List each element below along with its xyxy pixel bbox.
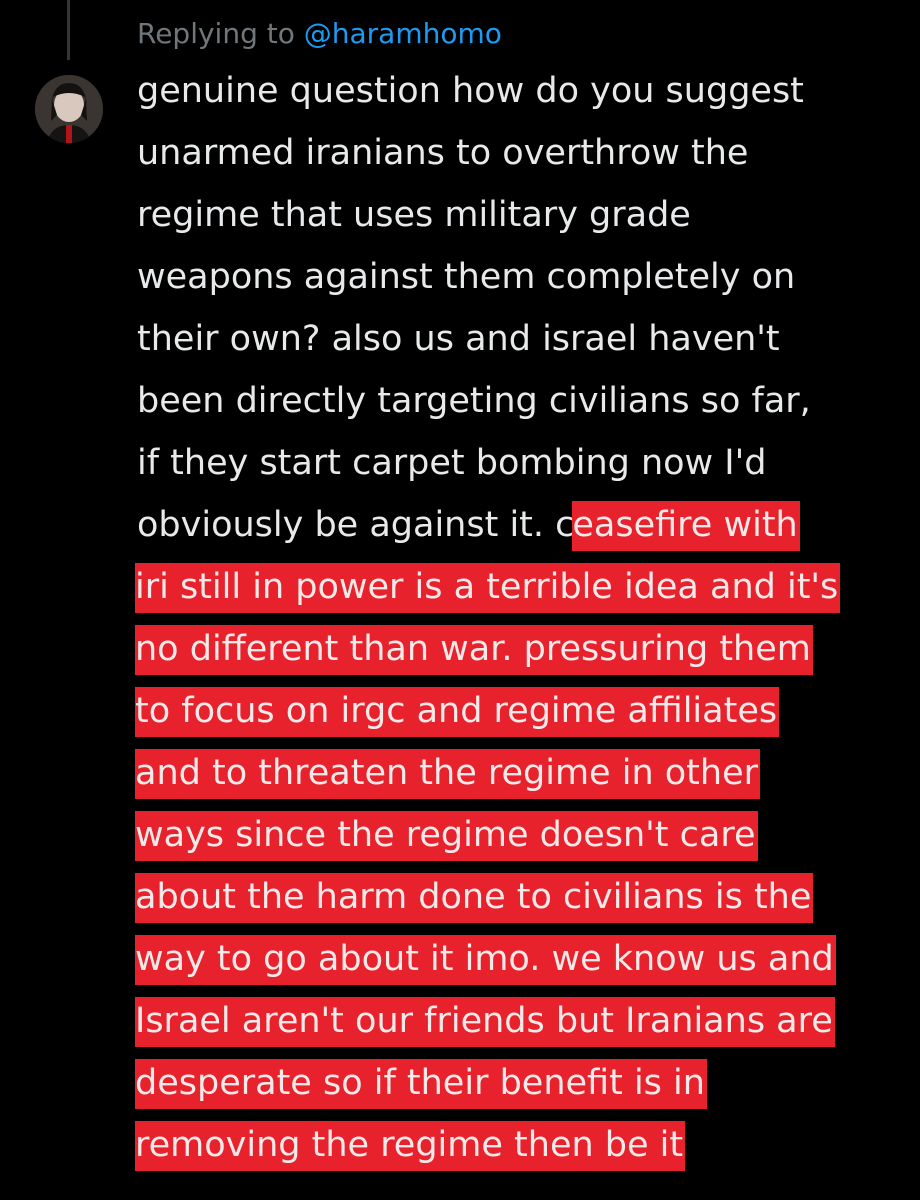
replying-to-label: Replying to xyxy=(137,17,304,50)
highlighted-text: and to threaten the regime in other xyxy=(135,749,760,799)
tweet-line: genuine question how do you suggest xyxy=(137,71,804,111)
avatar-image xyxy=(35,75,103,143)
highlighted-line: and to threaten the regime in other xyxy=(135,742,907,804)
tweet-line: their own? also us and israel haven't xyxy=(137,319,780,359)
tweet-line: if they start carpet bombing now I'd xyxy=(137,443,767,483)
replying-to-handle-link[interactable]: @haramhomo xyxy=(304,17,502,50)
highlighted-line: iri still in power is a terrible idea an… xyxy=(135,556,907,618)
highlighted-text: ways since the regime doesn't care xyxy=(135,811,758,861)
highlighted-line: about the harm done to civilians is the xyxy=(135,866,907,928)
highlighted-text: easefire with xyxy=(572,501,800,551)
highlighted-text: about the harm done to civilians is the xyxy=(135,873,814,923)
tweet-text: genuine question how do you suggest unar… xyxy=(135,60,907,1176)
tweet-line: regime that uses military grade xyxy=(137,195,691,235)
highlighted-text: desperate so if their benefit is in xyxy=(135,1059,707,1109)
replying-to: Replying to @haramhomo xyxy=(137,14,502,54)
highlighted-text: iri still in power is a terrible idea an… xyxy=(135,563,841,613)
highlighted-line: desperate so if their benefit is in xyxy=(135,1052,907,1114)
highlighted-text: to focus on irgc and regime affiliates xyxy=(135,687,780,737)
highlighted-line: Israel aren't our friends but Iranians a… xyxy=(135,990,907,1052)
tweet-line-plain-part: obviously be against it. c xyxy=(137,505,575,545)
highlighted-text: way to go about it imo. we know us and xyxy=(135,935,836,985)
tweet-line: weapons against them completely on xyxy=(137,257,796,297)
highlighted-text: no different than war. pressuring them xyxy=(135,625,813,675)
highlighted-line: no different than war. pressuring them xyxy=(135,618,907,680)
highlighted-text: removing the regime then be it xyxy=(135,1121,686,1171)
highlighted-line: to focus on irgc and regime affiliates xyxy=(135,680,907,742)
highlighted-line: ways since the regime doesn't care xyxy=(135,804,907,866)
tweet-line: been directly targeting civilians so far… xyxy=(137,381,811,421)
tweet-line-mixed: obviously be against it. ceasefire with xyxy=(137,494,907,556)
tweet-line: unarmed iranians to overthrow the xyxy=(137,133,749,173)
highlighted-line: removing the regime then be it xyxy=(135,1114,907,1176)
highlighted-text: Israel aren't our friends but Iranians a… xyxy=(135,997,835,1047)
avatar[interactable] xyxy=(35,75,103,143)
highlighted-line: way to go about it imo. we know us and xyxy=(135,928,907,990)
thread-connector-line xyxy=(67,0,70,60)
